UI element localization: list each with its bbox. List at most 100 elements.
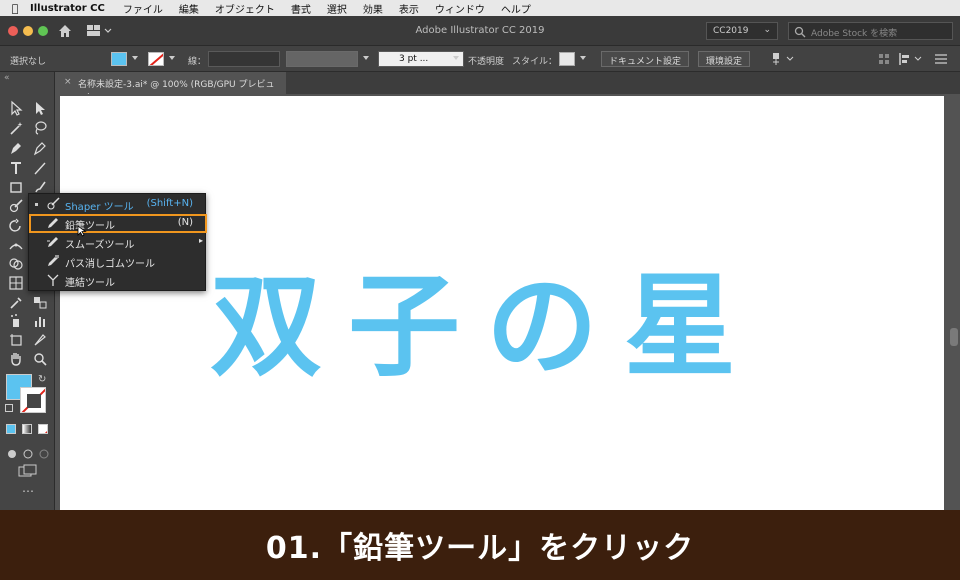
draw-normal-icon[interactable] [6, 444, 18, 458]
document-tab[interactable]: × 名称未設定-3.ai* @ 100% (RGB/GPU プレビュー) [56, 72, 286, 103]
title-bar: Adobe Illustrator CC 2019 CC2019 ⌄ Adobe… [0, 16, 960, 46]
none-slash-icon [21, 388, 45, 412]
panel-menu-icon[interactable] [934, 53, 948, 65]
opacity-label[interactable]: 不透明度 [468, 54, 504, 67]
smooth-icon [47, 237, 58, 247]
color-mode-icon[interactable] [6, 424, 16, 434]
menu-effect[interactable]: 効果 [363, 1, 383, 16]
gradient-mode-icon[interactable] [22, 424, 32, 434]
stock-search-input[interactable]: Adobe Stock を検索 [788, 22, 953, 40]
submenu-arrow-icon: ▸ [198, 236, 203, 245]
chevron-down-icon[interactable] [363, 56, 369, 60]
menu-window[interactable]: ウィンドウ [435, 1, 485, 16]
pen-tool-icon[interactable] [8, 140, 26, 156]
fill-color-swatch[interactable] [111, 52, 127, 66]
search-icon [794, 26, 806, 38]
menu-type[interactable]: 書式 [291, 1, 311, 16]
menu-help[interactable]: ヘルプ [501, 1, 531, 16]
rectangle-tool-icon[interactable] [8, 179, 26, 195]
flyout-item-join[interactable]: 連結ツール [29, 271, 207, 290]
artboard[interactable]: 双子の星 [60, 96, 944, 510]
document-setup-button[interactable]: ドキュメント設定 [601, 51, 690, 67]
variable-width-profile[interactable] [286, 51, 358, 67]
chevron-down-icon: ⌄ [763, 25, 771, 35]
flyout-item-pencil[interactable]: 鉛筆ツール (N) [29, 214, 207, 237]
hand-tool-icon[interactable] [8, 351, 26, 367]
tutorial-caption-banner: 01.「鉛筆ツール」をクリック [0, 510, 960, 580]
grid-align-icon[interactable] [878, 53, 890, 65]
artboard-tool-icon[interactable] [8, 332, 26, 348]
magic-wand-tool-icon[interactable] [8, 120, 26, 136]
menu-view[interactable]: 表示 [399, 1, 419, 16]
zoom-tool-icon[interactable] [32, 351, 50, 367]
swap-fill-stroke-icon[interactable]: ↻ [38, 374, 46, 385]
align-left-icon[interactable] [898, 52, 924, 66]
chevron-down-icon[interactable] [580, 56, 586, 60]
preferences-button[interactable]: 環境設定 [698, 51, 751, 67]
screen-mode-icon[interactable] [18, 463, 38, 477]
control-bar: 選択なし 線： 3 pt ... 不透明度 スタイル： ドキュメント設定 環境設… [0, 46, 960, 72]
blend-tool-icon[interactable] [32, 294, 50, 310]
pencil-icon [48, 218, 58, 228]
flyout-item-label: スムーズツール [65, 240, 135, 251]
type-tool-icon[interactable] [8, 160, 26, 176]
selection-status: 選択なし [10, 57, 47, 67]
style-label: スタイル： [512, 57, 558, 67]
width-tool-icon[interactable] [8, 237, 26, 253]
menu-object[interactable]: オブジェクト [215, 1, 275, 16]
flyout-item-label: 鉛筆ツール [65, 221, 115, 232]
chevron-down-icon[interactable] [169, 56, 175, 60]
eyedropper-tool-icon[interactable] [8, 294, 26, 310]
brush-definition-select[interactable]: 3 pt ... [378, 51, 464, 67]
perspective-grid-tool-icon[interactable] [8, 275, 26, 291]
join-icon [47, 274, 59, 286]
workspace-select[interactable]: CC2019 ⌄ [706, 22, 778, 40]
collapse-panel-icon[interactable]: « [4, 73, 10, 83]
menu-select[interactable]: 選択 [327, 1, 347, 16]
chevron-down-icon[interactable] [453, 56, 459, 60]
menu-bar:  Illustrator CC ファイル 編集 オブジェクト 書式 選択 効果… [0, 0, 960, 16]
shaper-tool-icon[interactable] [8, 198, 26, 214]
draw-inside-icon[interactable] [38, 444, 50, 459]
default-colors-icon[interactable] [5, 404, 13, 412]
canvas-area[interactable]: 双子の星 [56, 94, 960, 510]
none-slash-icon [149, 53, 163, 65]
stroke-color-box[interactable] [20, 387, 46, 413]
lasso-tool-icon[interactable] [32, 120, 50, 136]
chevron-down-icon[interactable] [132, 56, 138, 60]
flyout-item-label: Shaper ツール [65, 202, 134, 213]
shape-builder-tool-icon[interactable] [8, 256, 26, 272]
brush-value: 3 pt ... [399, 54, 429, 64]
vertical-scrollbar[interactable] [950, 328, 958, 346]
menu-edit[interactable]: 編集 [179, 1, 199, 16]
symbol-sprayer-tool-icon[interactable] [8, 313, 26, 329]
stock-search-placeholder: Adobe Stock を検索 [811, 29, 898, 39]
selection-tool-icon[interactable] [8, 100, 26, 116]
workspace-label: CC2019 [713, 26, 749, 36]
flyout-item-smooth[interactable]: スムーズツール ▸ [29, 233, 207, 252]
slice-tool-icon[interactable] [32, 332, 50, 348]
shaper-icon [47, 197, 60, 210]
pencil-tool-flyout: Shaper ツール (Shift+N) 鉛筆ツール (N) スムーズツール ▸… [28, 193, 207, 291]
apple-menu-icon[interactable]:  [0, 2, 30, 15]
stroke-color-swatch[interactable] [148, 52, 164, 66]
flyout-item-path-eraser[interactable]: パス消しゴムツール [29, 252, 207, 271]
direct-selection-tool-icon[interactable] [32, 100, 50, 116]
stroke-label: 線： [188, 57, 207, 67]
column-graph-tool-icon[interactable] [32, 313, 50, 329]
rotate-tool-icon[interactable] [8, 218, 26, 234]
stroke-weight-input[interactable] [208, 51, 280, 67]
graphic-style-swatch[interactable] [559, 52, 575, 66]
curvature-tool-icon[interactable] [32, 140, 50, 156]
arrange-icon[interactable] [772, 52, 796, 66]
flyout-item-shaper[interactable]: Shaper ツール (Shift+N) [29, 195, 207, 214]
artwork-text[interactable]: 双子の星 [210, 236, 762, 398]
none-mode-icon[interactable] [38, 424, 48, 434]
menu-app-name[interactable]: Illustrator CC [30, 3, 105, 14]
draw-behind-icon[interactable] [22, 444, 34, 459]
document-tab-bar: × 名称未設定-3.ai* @ 100% (RGB/GPU プレビュー) [56, 72, 960, 103]
line-segment-tool-icon[interactable] [32, 160, 50, 176]
edit-toolbar-icon[interactable]: ⋯ [22, 484, 35, 498]
menu-file[interactable]: ファイル [123, 1, 163, 16]
close-tab-icon[interactable]: × [64, 77, 72, 87]
